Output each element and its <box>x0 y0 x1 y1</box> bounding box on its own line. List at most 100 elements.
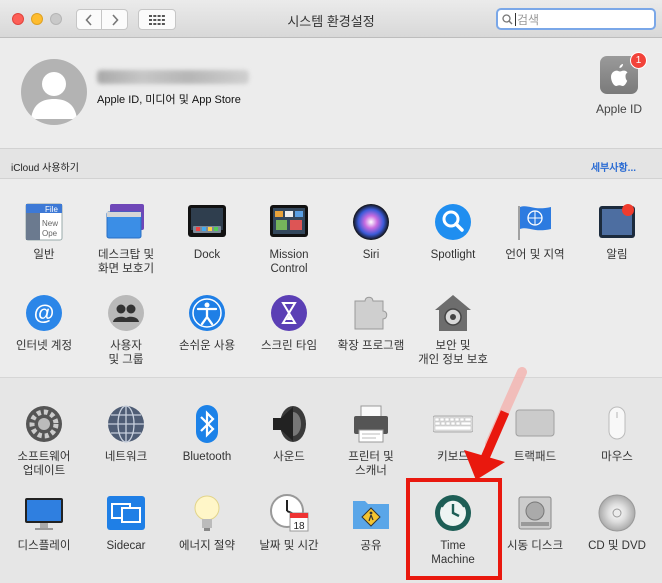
time-machine-highlight <box>406 478 502 580</box>
pref-users[interactable]: 사용자 및 그룹 <box>86 293 166 367</box>
pref-label: 소프트웨어 업데이트 <box>17 451 71 477</box>
calendar-day: 18 <box>293 521 305 532</box>
pref-label: Bluetooth <box>182 451 232 463</box>
pref-mission-control[interactable]: Mission Control <box>249 202 329 276</box>
pref-date-time[interactable]: 18 날짜 및 시간 <box>249 493 329 553</box>
cd-dvd-icon <box>597 493 637 533</box>
displays-icon <box>24 493 64 533</box>
pref-extensions[interactable]: 확장 프로그램 <box>331 293 411 353</box>
pref-sound[interactable]: 사운드 <box>249 404 329 464</box>
network-icon <box>106 404 146 444</box>
pref-bluetooth[interactable]: Bluetooth <box>167 404 247 464</box>
pref-siri[interactable]: Siri <box>331 202 411 262</box>
startup-disk-icon <box>515 493 555 533</box>
pref-dock[interactable]: Dock <box>167 202 247 262</box>
pref-notifications[interactable]: 알림 <box>577 202 657 262</box>
pref-label: Siri <box>362 249 380 261</box>
pref-label: 시동 디스크 <box>506 540 564 552</box>
security-icon <box>433 293 473 333</box>
pref-label: 프린터 및 스캐너 <box>348 451 394 477</box>
avatar[interactable] <box>21 59 87 125</box>
pref-label: 마우스 <box>601 451 633 463</box>
pref-network[interactable]: 네트워크 <box>86 404 166 464</box>
pref-desktop[interactable]: 데스크탑 및 화면 보호기 <box>86 202 166 276</box>
pref-label: Spotlight <box>430 249 476 261</box>
pref-energy-saver[interactable]: 에너지 절약 <box>167 493 247 553</box>
internet-accounts-icon: @ <box>24 293 64 333</box>
general-icon: File New Ope <box>24 202 64 242</box>
svg-text:New: New <box>42 219 58 228</box>
icloud-prompt: iCloud 사용하기 <box>11 163 79 174</box>
pref-startup-disk[interactable]: 시동 디스크 <box>495 493 575 553</box>
pref-label: 에너지 절약 <box>178 540 236 552</box>
pref-label: 언어 및 지역 <box>505 249 565 261</box>
pref-sharing[interactable]: 공유 <box>331 493 411 553</box>
pref-label: Mission Control <box>269 249 309 275</box>
pref-label: 스크린 타임 <box>260 340 318 352</box>
desktop-icon <box>106 202 146 242</box>
pref-general[interactable]: File New Ope 일반 <box>4 202 84 262</box>
energy-icon <box>187 493 227 533</box>
pref-label: 인터넷 계정 <box>15 340 73 352</box>
screen-time-icon <box>269 293 309 333</box>
language-icon <box>515 202 555 242</box>
sidecar-icon <box>106 493 146 533</box>
pref-label: 일반 <box>33 249 55 261</box>
siri-icon <box>351 202 391 242</box>
pref-spotlight[interactable]: Spotlight <box>413 202 493 262</box>
pref-software-update[interactable]: 소프트웨어 업데이트 <box>4 404 84 478</box>
clock-icon: 18 <box>269 493 309 533</box>
search-placeholder: 검색 <box>517 12 540 27</box>
keyboard-icon <box>432 404 474 444</box>
pref-cd-dvd[interactable]: CD 및 DVD <box>577 493 657 553</box>
pref-screen-time[interactable]: 스크린 타임 <box>249 293 329 353</box>
pref-label: 확장 프로그램 <box>337 340 405 352</box>
sharing-icon <box>351 493 391 533</box>
svg-text:Ope: Ope <box>42 229 58 238</box>
pref-keyboard[interactable]: 키보드 <box>413 404 493 464</box>
pref-mouse[interactable]: 마우스 <box>577 404 657 464</box>
pref-label: Sidecar <box>106 540 146 552</box>
pref-label: 알림 <box>606 249 628 261</box>
pref-sidecar[interactable]: Sidecar <box>86 493 166 553</box>
pref-language[interactable]: 언어 및 지역 <box>495 202 575 262</box>
details-link[interactable]: 세부사항... <box>591 159 636 174</box>
pref-label: Dock <box>193 249 221 261</box>
svg-text:@: @ <box>34 302 54 325</box>
notifications-icon <box>597 202 637 242</box>
pref-trackpad[interactable]: 트랙패드 <box>495 404 575 464</box>
notification-badge: 1 <box>630 52 647 69</box>
pref-label: 데스크탑 및 화면 보호기 <box>97 249 155 275</box>
account-name-redacted <box>97 70 249 84</box>
pref-accessibility[interactable]: 손쉬운 사용 <box>167 293 247 353</box>
pref-label: 손쉬운 사용 <box>178 340 236 352</box>
pref-displays[interactable]: 디스플레이 <box>4 493 84 553</box>
bluetooth-icon <box>187 404 227 444</box>
pref-label: 날짜 및 시간 <box>259 540 319 552</box>
user-silhouette-icon <box>31 72 77 119</box>
title-bar: 시스템 환경설정 검색 <box>0 0 662 38</box>
spotlight-icon <box>433 202 473 242</box>
pref-printers[interactable]: 프린터 및 스캐너 <box>331 404 411 478</box>
pref-label: 공유 <box>360 540 382 552</box>
accessibility-icon <box>187 293 227 333</box>
pref-label: 디스플레이 <box>17 540 71 552</box>
icloud-bar: iCloud 사용하기 세부사항... <box>0 148 662 179</box>
software-update-icon <box>24 404 64 444</box>
pref-label: 네트워크 <box>104 451 148 463</box>
pref-label: 트랙패드 <box>513 451 557 463</box>
search-icon <box>502 13 513 24</box>
text-cursor <box>515 12 516 26</box>
mission-control-icon <box>269 202 309 242</box>
pref-internet-accounts[interactable]: @ 인터넷 계정 <box>4 293 84 353</box>
mouse-icon <box>597 404 637 444</box>
pref-security[interactable]: 보안 및 개인 정보 보호 <box>413 293 493 367</box>
account-header: Apple ID, 미디어 및 App Store 1 Apple ID <box>0 39 662 147</box>
pref-label: 보안 및 개인 정보 보호 <box>418 340 488 366</box>
apple-id-label[interactable]: Apple ID <box>588 102 650 116</box>
account-subtitle: Apple ID, 미디어 및 App Store <box>97 94 241 106</box>
extensions-icon <box>351 293 391 333</box>
apple-logo-icon <box>611 64 628 86</box>
search-field[interactable]: 검색 <box>496 8 656 30</box>
pref-label: 사용자 및 그룹 <box>108 340 144 366</box>
